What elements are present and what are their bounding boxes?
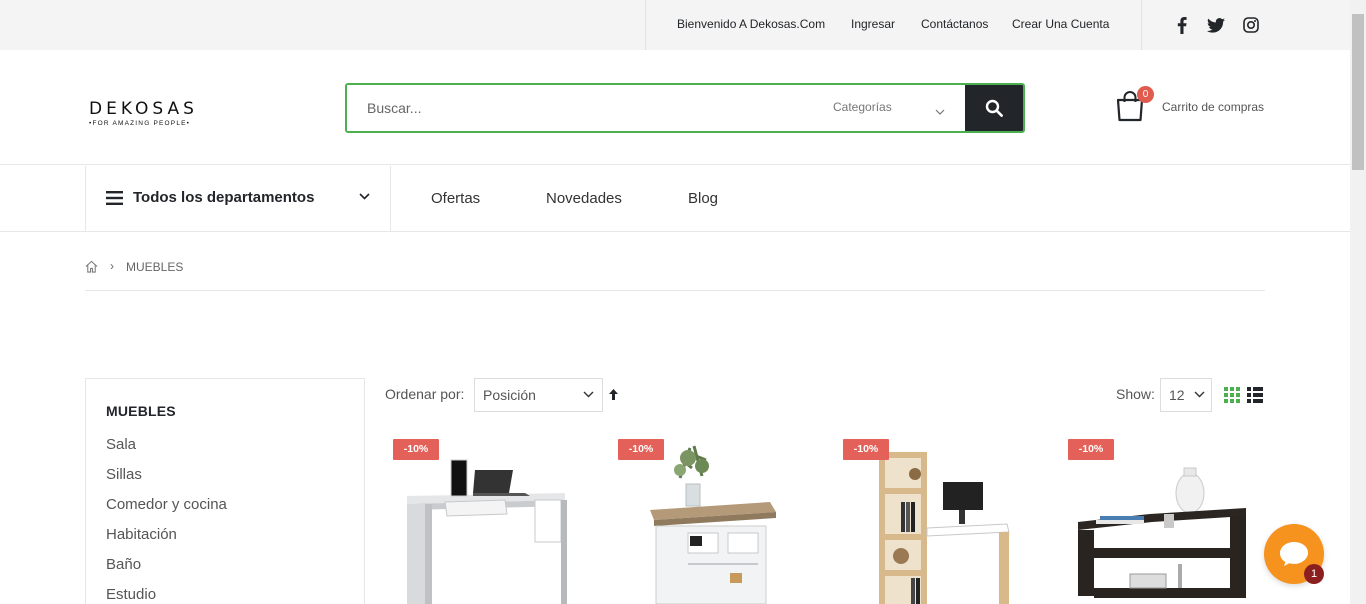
product-image-coffee-table[interactable] bbox=[1060, 438, 1260, 604]
divider bbox=[645, 0, 646, 50]
limit-select[interactable]: 12 bbox=[1160, 378, 1212, 412]
grid-view-icon[interactable] bbox=[1224, 387, 1240, 403]
search-icon bbox=[985, 99, 1003, 117]
sidebar-title: MUEBLES bbox=[106, 403, 176, 419]
breadcrumb: › MUEBLES bbox=[85, 258, 1265, 291]
main-nav: Todos los departamentos Ofertas Novedade… bbox=[0, 166, 1350, 232]
logo-name: DEKOSAS bbox=[89, 99, 198, 119]
facebook-icon[interactable] bbox=[1172, 15, 1192, 35]
list-view-icon[interactable] bbox=[1247, 387, 1263, 403]
header: DEKOSAS •FOR AMAZING PEOPLE• Categorías … bbox=[0, 50, 1350, 165]
departments-menu[interactable]: Todos los departamentos bbox=[85, 166, 391, 232]
sidebar-item-habitacion[interactable]: Habitación bbox=[106, 526, 177, 543]
menu-icon bbox=[106, 191, 123, 205]
sort-label: Ordenar por: bbox=[385, 386, 465, 402]
login-link[interactable]: Ingresar bbox=[851, 17, 895, 31]
cart[interactable]: 0 Carrito de compras bbox=[1115, 86, 1264, 127]
discount-badge: -10% bbox=[1068, 439, 1114, 460]
register-link[interactable]: Crear Una Cuenta bbox=[1012, 17, 1109, 31]
breadcrumb-current: MUEBLES bbox=[126, 260, 184, 274]
home-icon[interactable] bbox=[85, 260, 98, 273]
chevron-down-icon bbox=[583, 391, 594, 398]
product-image-kitchen-island[interactable] bbox=[610, 438, 810, 604]
chat-bubble-icon bbox=[1280, 542, 1308, 566]
scrollbar-thumb[interactable] bbox=[1352, 14, 1364, 170]
sort-value: Posición bbox=[483, 387, 536, 403]
sidebar-item-bano[interactable]: Baño bbox=[106, 556, 141, 573]
nav-link-ofertas[interactable]: Ofertas bbox=[431, 190, 480, 207]
logo[interactable]: DEKOSAS •FOR AMAZING PEOPLE• bbox=[89, 99, 198, 127]
chevron-down-icon[interactable] bbox=[935, 102, 945, 120]
cart-count-badge: 0 bbox=[1137, 86, 1154, 103]
category-select[interactable]: Categorías bbox=[833, 100, 892, 114]
discount-badge: -10% bbox=[618, 439, 664, 460]
instagram-icon[interactable] bbox=[1241, 15, 1261, 35]
product-image-desk[interactable] bbox=[385, 438, 585, 604]
top-bar: Bienvenido A Dekosas.Com Ingresar Contác… bbox=[0, 0, 1350, 50]
chevron-down-icon bbox=[359, 193, 370, 200]
sidebar-item-comedor[interactable]: Comedor y cocina bbox=[106, 496, 227, 513]
search-bar: Categorías bbox=[345, 83, 1025, 133]
discount-badge: -10% bbox=[843, 439, 889, 460]
nav-link-blog[interactable]: Blog bbox=[688, 190, 718, 207]
scrollbar[interactable] bbox=[1350, 0, 1366, 604]
sort-direction-icon[interactable] bbox=[609, 389, 618, 400]
chevron-down-icon bbox=[1194, 391, 1205, 398]
nav-link-novedades[interactable]: Novedades bbox=[546, 190, 622, 207]
chat-unread-badge: 1 bbox=[1304, 564, 1324, 584]
logo-tagline: •FOR AMAZING PEOPLE• bbox=[89, 120, 191, 127]
sidebar-item-sala[interactable]: Sala bbox=[106, 436, 136, 453]
category-sidebar: MUEBLES Sala Sillas Comedor y cocina Hab… bbox=[85, 378, 365, 604]
contact-link[interactable]: Contáctanos bbox=[921, 17, 988, 31]
breadcrumb-separator: › bbox=[110, 259, 114, 273]
sort-select[interactable]: Posición bbox=[474, 378, 603, 412]
search-input[interactable] bbox=[347, 85, 817, 131]
divider bbox=[1141, 0, 1142, 50]
cart-label[interactable]: Carrito de compras bbox=[1162, 100, 1264, 114]
twitter-icon[interactable] bbox=[1206, 15, 1226, 35]
limit-value: 12 bbox=[1169, 387, 1185, 403]
show-label: Show: bbox=[1116, 386, 1155, 402]
product-image-bookshelf-desk[interactable] bbox=[835, 438, 1035, 604]
departments-label: Todos los departamentos bbox=[133, 189, 315, 206]
search-button[interactable] bbox=[965, 85, 1023, 131]
discount-badge: -10% bbox=[393, 439, 439, 460]
sidebar-item-sillas[interactable]: Sillas bbox=[106, 466, 142, 483]
chat-button[interactable]: 1 bbox=[1264, 524, 1324, 584]
sidebar-item-estudio[interactable]: Estudio bbox=[106, 586, 156, 603]
welcome-text: Bienvenido A Dekosas.Com bbox=[677, 17, 826, 31]
